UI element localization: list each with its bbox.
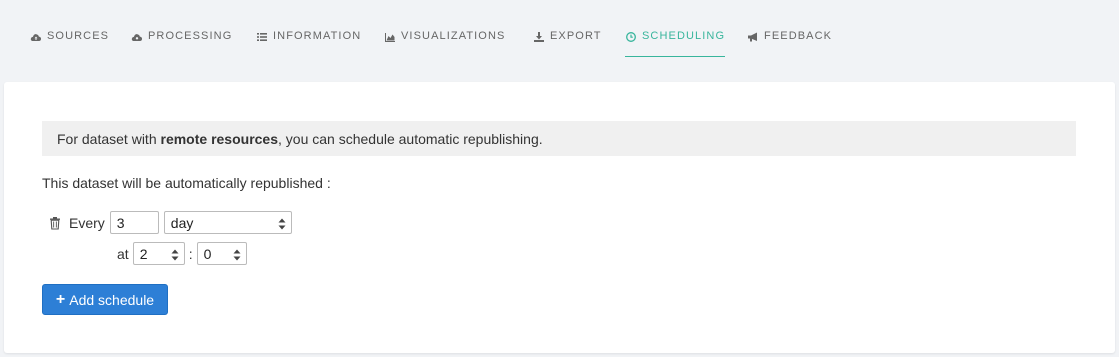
tab-label: VISUALIZATIONS (401, 30, 506, 42)
select-arrows-icon (233, 248, 241, 261)
interval-unit-value: day (170, 214, 194, 231)
tab-bar: SOURCES PROCESSING INFORMATION VISUALIZA… (0, 0, 1119, 82)
tab-label: EXPORT (550, 30, 602, 42)
tab-export[interactable]: EXPORT (533, 30, 602, 57)
tab-sources[interactable]: SOURCES (30, 30, 109, 57)
minute-value: 0 (203, 245, 212, 262)
tab-information[interactable]: INFORMATION (256, 30, 361, 57)
schedule-time-row: at 2 : 0 (117, 242, 247, 265)
cloud-upload-icon (30, 31, 42, 43)
trash-icon[interactable] (48, 216, 62, 230)
list-icon (256, 31, 268, 43)
download-icon (533, 31, 545, 43)
schedule-row: Every day (48, 211, 292, 234)
interval-unit-select[interactable]: day (163, 211, 292, 234)
interval-input[interactable] (109, 211, 159, 234)
schedule-intro-text: This dataset will be automatically repub… (42, 175, 331, 191)
bullhorn-icon (747, 31, 759, 43)
select-arrows-icon (171, 248, 179, 261)
notice-suffix: , you can schedule automatic republishin… (278, 131, 543, 147)
clock-icon (625, 31, 637, 43)
every-label: Every (69, 214, 105, 231)
cloud-cog-icon (131, 31, 143, 43)
time-separator: : (188, 245, 193, 262)
hour-select[interactable]: 2 (132, 242, 185, 265)
add-schedule-button[interactable]: + Add schedule (42, 284, 168, 315)
minute-select[interactable]: 0 (196, 242, 247, 265)
select-arrows-icon (278, 217, 286, 230)
hour-value: 2 (139, 245, 148, 262)
tab-scheduling[interactable]: SCHEDULING (625, 30, 726, 57)
add-schedule-label: Add schedule (69, 291, 155, 308)
plus-icon: + (55, 290, 66, 308)
info-notice: For dataset with remote resources, you c… (42, 121, 1076, 156)
scheduling-panel: For dataset with remote resources, you c… (4, 82, 1115, 353)
tab-label: FEEDBACK (764, 30, 833, 42)
tab-label: SOURCES (47, 30, 110, 42)
notice-prefix: For dataset with (57, 131, 161, 147)
at-label: at (117, 245, 129, 262)
tab-processing[interactable]: PROCESSING (131, 30, 232, 57)
tab-label: INFORMATION (273, 30, 362, 42)
tab-label: PROCESSING (148, 30, 233, 42)
notice-bold: remote resources (160, 131, 279, 147)
tab-visualizations[interactable]: VISUALIZATIONS (384, 30, 505, 57)
tab-label: SCHEDULING (642, 30, 726, 42)
tab-feedback[interactable]: FEEDBACK (747, 30, 832, 57)
area-chart-icon (384, 31, 396, 43)
